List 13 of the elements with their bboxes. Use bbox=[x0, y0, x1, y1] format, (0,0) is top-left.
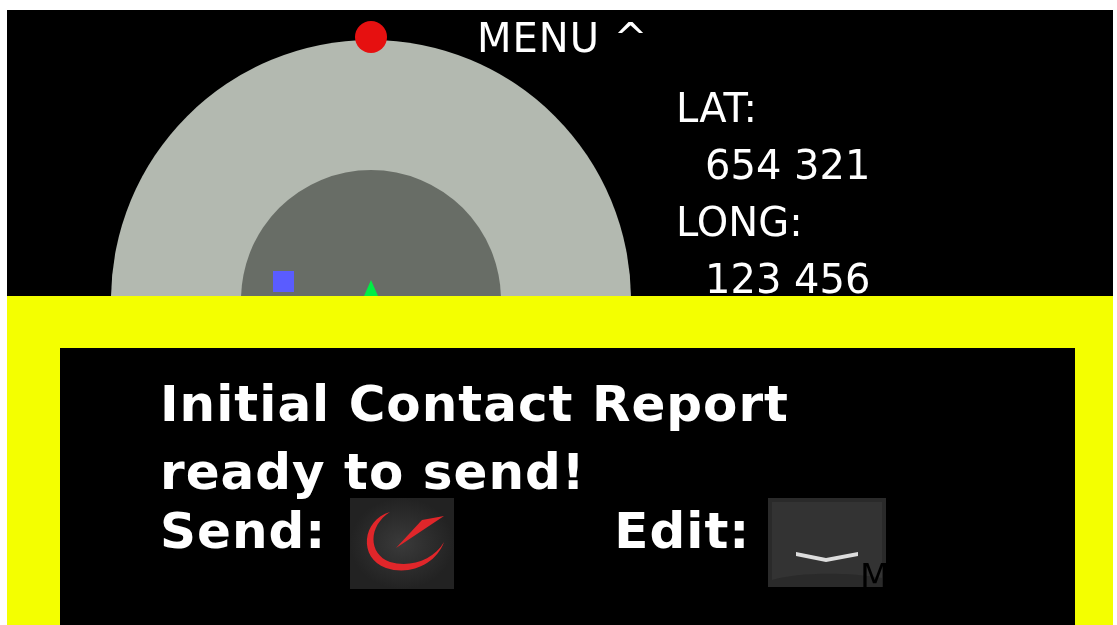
coordinate-value: 654 321 bbox=[704, 141, 871, 190]
dash-icon bbox=[796, 552, 859, 562]
action-label: Send: bbox=[160, 506, 327, 556]
north-marker-icon bbox=[355, 21, 387, 53]
own-position-icon bbox=[364, 280, 378, 296]
coordinate-label: LONG: bbox=[676, 198, 804, 247]
send-button[interactable] bbox=[350, 498, 455, 589]
coordinate-value: 123 456 bbox=[704, 255, 871, 296]
coordinate-label: LAT: bbox=[676, 84, 758, 133]
action-label: Edit: bbox=[614, 506, 751, 556]
contact-marker-icon bbox=[273, 271, 294, 292]
menu-toggle[interactable]: MENU ^ bbox=[477, 18, 649, 58]
power-icon bbox=[367, 512, 445, 571]
